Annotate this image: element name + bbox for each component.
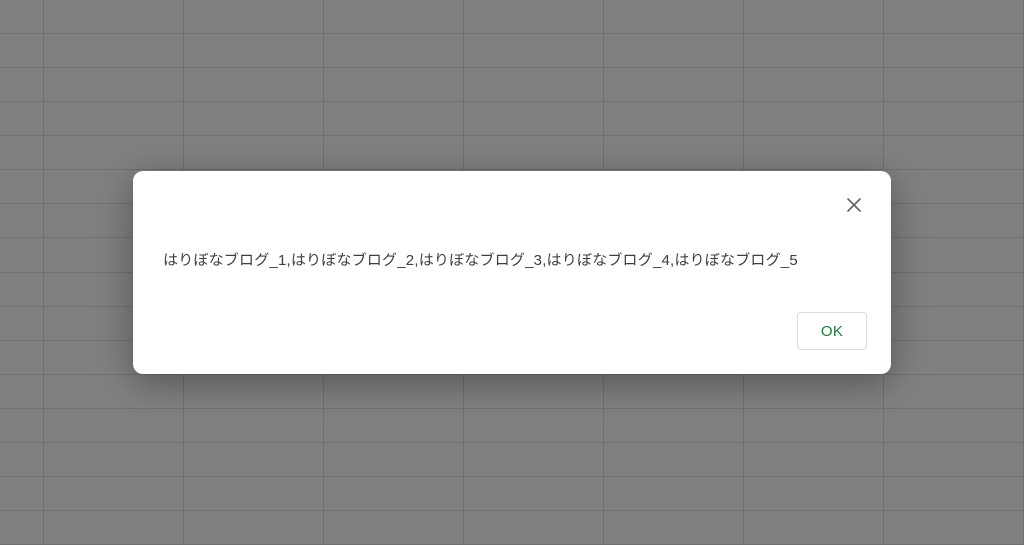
alert-modal: はりぼなブログ_1,はりぼなブログ_2,はりぼなブログ_3,はりぼなブログ_4,…	[133, 171, 891, 374]
alert-message: はりぼなブログ_1,はりぼなブログ_2,はりぼなブログ_3,はりぼなブログ_4,…	[163, 249, 867, 270]
close-icon	[846, 195, 862, 217]
modal-footer: OK	[163, 312, 867, 350]
ok-button[interactable]: OK	[797, 312, 867, 350]
close-button[interactable]	[839, 191, 869, 221]
modal-overlay: はりぼなブログ_1,はりぼなブログ_2,はりぼなブログ_3,はりぼなブログ_4,…	[0, 0, 1024, 545]
